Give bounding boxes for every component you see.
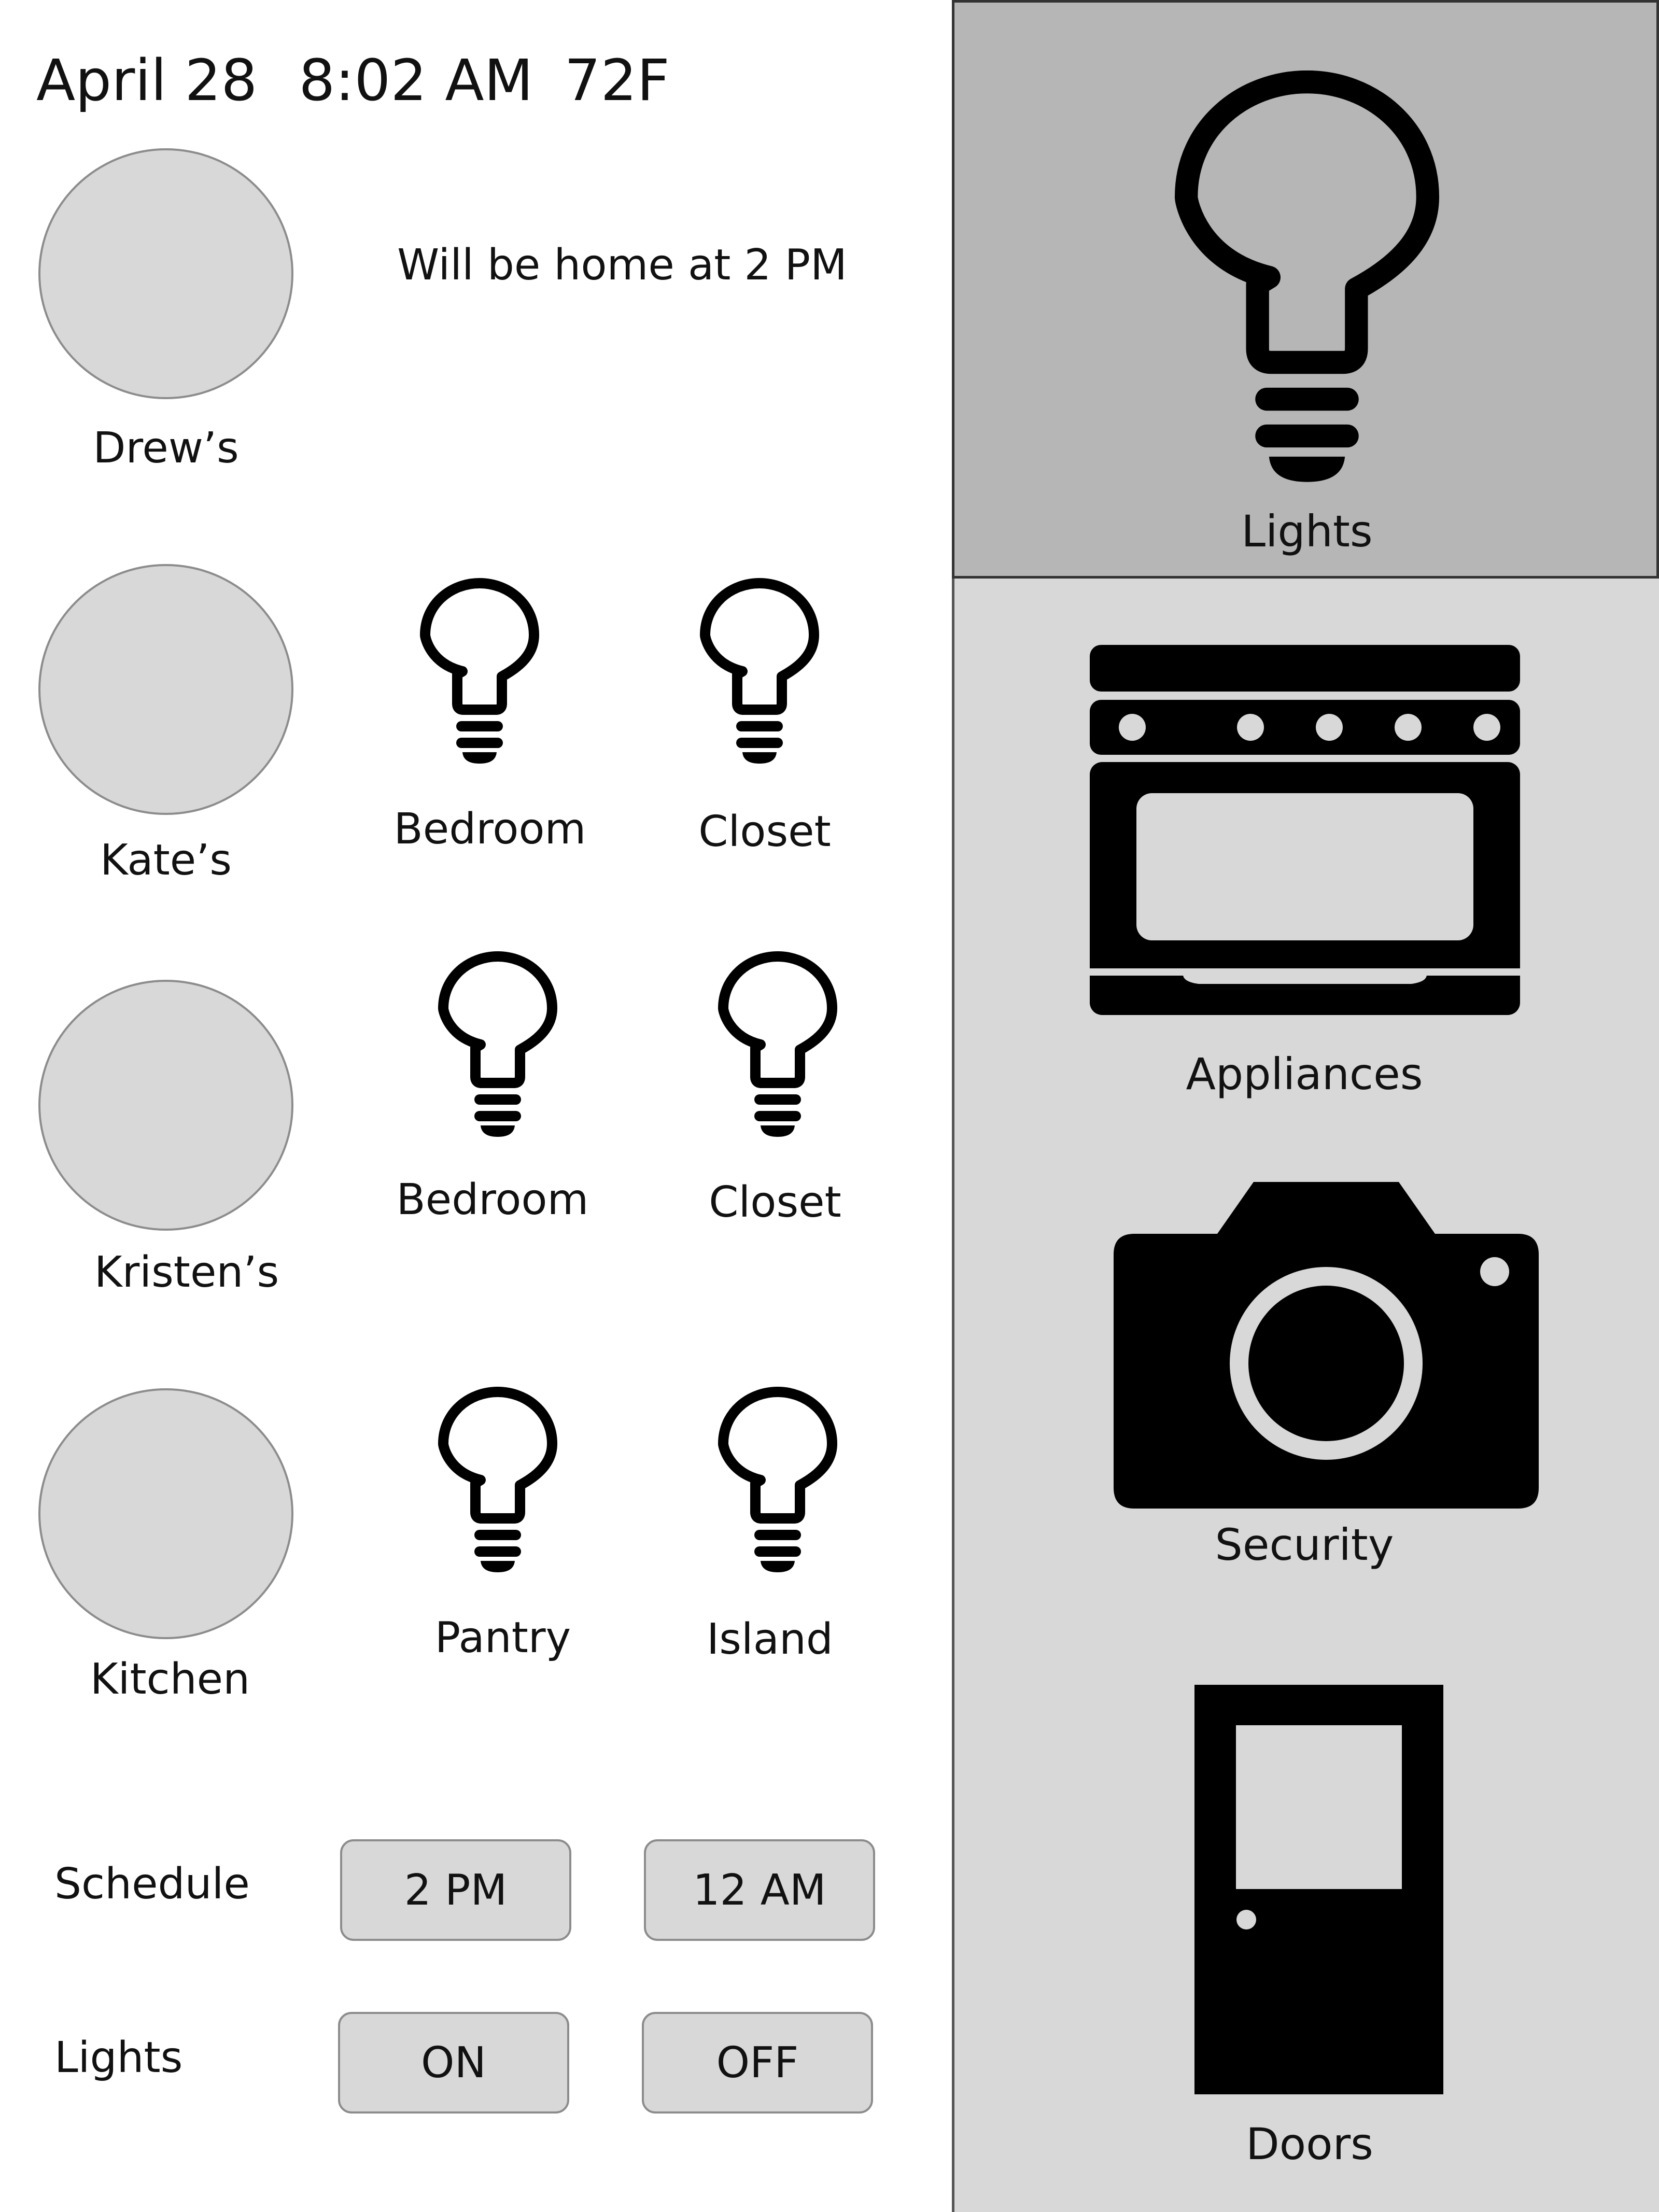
- lightbulb-icon: [1175, 65, 1439, 490]
- lightbulb-icon[interactable]: [438, 1387, 557, 1573]
- nav-label: Security: [1215, 1519, 1394, 1570]
- status-bar: April 28 8:02 AM 72F: [36, 41, 670, 119]
- lightbulb-icon[interactable]: [718, 951, 837, 1138]
- nav-lights-button[interactable]: Lights: [952, 0, 1659, 579]
- nav-label: Doors: [1246, 2119, 1373, 2169]
- room-drew-label: Drew’s: [93, 424, 239, 473]
- lights-off-button[interactable]: OFF: [642, 2012, 873, 2114]
- room-kitchen-button[interactable]: [38, 1388, 293, 1639]
- door-icon: [1194, 1685, 1443, 2094]
- nav-doors-button[interactable]: Doors: [952, 1605, 1659, 2212]
- lightbulb-icon[interactable]: [438, 951, 557, 1138]
- room-drew-note: Will be home at 2 PM: [397, 241, 847, 290]
- time-text: 8:02 AM: [299, 47, 533, 114]
- nav-security-button[interactable]: Security: [952, 1128, 1659, 1605]
- light-label: Closet: [698, 807, 831, 856]
- lightbulb-icon[interactable]: [718, 1387, 837, 1573]
- nav-appliances-button[interactable]: Appliances: [952, 579, 1659, 1128]
- camera-icon: [1114, 1182, 1539, 1509]
- light-label: Pantry: [434, 1613, 571, 1662]
- nav-label: Appliances: [1186, 1049, 1423, 1100]
- date-text: April 28: [36, 47, 258, 114]
- room-kate-button[interactable]: [38, 564, 293, 815]
- room-kristen-label: Kristen’s: [94, 1248, 279, 1297]
- schedule-2pm-button[interactable]: 2 PM: [340, 1839, 571, 1941]
- schedule-12am-button[interactable]: 12 AM: [644, 1839, 875, 1941]
- lightbulb-icon[interactable]: [420, 578, 539, 765]
- light-label: Bedroom: [396, 1175, 589, 1224]
- room-kitchen-label: Kitchen: [90, 1655, 250, 1704]
- lights-on-button[interactable]: ON: [338, 2012, 569, 2114]
- light-label: Bedroom: [393, 805, 586, 854]
- light-label: Closet: [709, 1178, 841, 1227]
- lights-control-label: Lights: [54, 2033, 183, 2082]
- nav-label: Lights: [1241, 506, 1373, 557]
- room-drew-button[interactable]: [38, 148, 293, 399]
- schedule-label: Schedule: [54, 1859, 250, 1909]
- light-label: Island: [707, 1615, 833, 1664]
- temperature-text: 72F: [564, 47, 670, 114]
- oven-icon: [1090, 645, 1520, 1015]
- room-kate-label: Kate’s: [100, 836, 232, 885]
- room-kristen-button[interactable]: [38, 980, 293, 1231]
- lightbulb-icon[interactable]: [700, 578, 819, 765]
